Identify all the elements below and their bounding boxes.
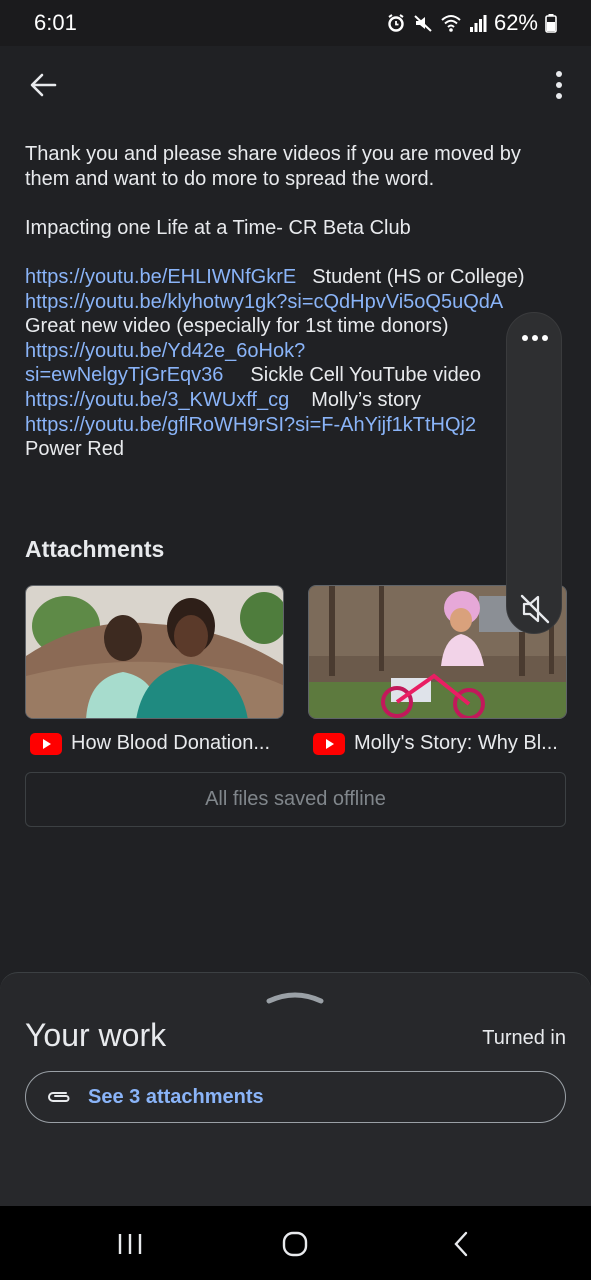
video-link[interactable]: si=ewNelgyTjGrEqv36 (25, 364, 223, 386)
chevron-up-icon[interactable] (265, 987, 325, 1007)
youtube-icon (313, 732, 345, 755)
link-row: si=ewNelgyTjGrEqv36 Sickle Cell YouTube v… (25, 363, 565, 388)
video-link[interactable]: https://youtu.be/klyhotwy1gk?si=cQdHpvVi… (25, 291, 503, 313)
video-thumbnail-image (26, 586, 283, 718)
status-time: 6:01 (34, 10, 77, 35)
link-label: Molly’s story (311, 388, 421, 411)
link-label: Sickle Cell YouTube video (250, 364, 481, 387)
post-intro: Thank you and please share videos if you… (25, 143, 521, 190)
link-row: https://youtu.be/klyhotwy1gk?si=cQdHpvVi… (25, 290, 565, 315)
battery-level: 62% (493, 10, 538, 35)
back-nav-icon[interactable] (448, 1230, 476, 1258)
attachments-title: Attachments (25, 536, 165, 562)
link-row: https://youtu.be/Yd42e_6oHok? (25, 339, 565, 364)
battery-icon (545, 13, 557, 33)
attachment-caption[interactable]: How Blood Donation... (30, 732, 270, 755)
your-work-sheet[interactable]: Your work Turned in See 3 attachments (0, 972, 591, 1206)
back-button[interactable] (24, 66, 62, 104)
attachment-title: How Blood Donation... (71, 732, 271, 754)
your-work-title: Your work (25, 1017, 167, 1053)
link-row: Great new video (especially for 1st time… (25, 314, 565, 339)
signal-icon (469, 13, 487, 33)
paperclip-icon (48, 1092, 70, 1102)
see-attachments-button[interactable]: See 3 attachments (25, 1071, 566, 1123)
attachment-title: Molly's Story: Why Bl... (354, 732, 558, 754)
see-attachments-label: See 3 attachments (88, 1085, 264, 1108)
arrow-back-icon (30, 73, 57, 97)
home-icon[interactable] (281, 1230, 309, 1258)
submission-status: Turned in (482, 1027, 566, 1049)
video-link[interactable]: https://youtu.be/3_KWUxff_cg (25, 389, 289, 411)
attachment-caption[interactable]: Molly's Story: Why Bl... (313, 732, 558, 755)
video-link[interactable]: https://youtu.be/gflRoWH9rSI?si=F-AhYijf… (25, 414, 476, 436)
volume-off-icon[interactable] (517, 591, 553, 627)
floating-volume-panel[interactable] (506, 312, 562, 634)
post-body: Thank you and please share videos if you… (25, 142, 565, 462)
recents-icon[interactable] (116, 1230, 144, 1258)
post-heading-line: Impacting one Life at a Time- CR Beta Cl… (25, 216, 411, 239)
more-vert-icon (556, 71, 562, 99)
attachment-thumbnail[interactable] (25, 585, 284, 719)
status-bar: 6:01 62% (0, 0, 591, 46)
link-label: Power Red (25, 438, 124, 461)
video-link[interactable]: https://youtu.be/Yd42e_6oHok? (25, 340, 305, 362)
top-app-bar (0, 46, 591, 126)
link-row: https://youtu.be/gflRoWH9rSI?si=F-AhYijf… (25, 413, 565, 438)
link-label: Student (HS or College) (312, 265, 525, 288)
mute-icon (413, 13, 433, 33)
wifi-icon (440, 13, 462, 33)
link-row: Power Red (25, 437, 565, 462)
saved-offline-status: All files saved offline (25, 772, 566, 827)
more-horiz-icon[interactable] (519, 327, 551, 349)
link-row: https://youtu.be/3_KWUxff_cg Molly’s stor… (25, 388, 565, 413)
youtube-icon (30, 732, 62, 755)
alarm-icon (386, 13, 406, 33)
status-icons: 62% (386, 10, 557, 36)
link-label: Great new video (especially for 1st time… (25, 315, 449, 338)
link-row: https://youtu.be/EHLIWNfGkrE Student (HS … (25, 265, 565, 290)
more-options-button[interactable] (549, 68, 569, 104)
system-nav-bar (0, 1206, 591, 1280)
video-link[interactable]: https://youtu.be/EHLIWNfGkrE (25, 266, 296, 288)
